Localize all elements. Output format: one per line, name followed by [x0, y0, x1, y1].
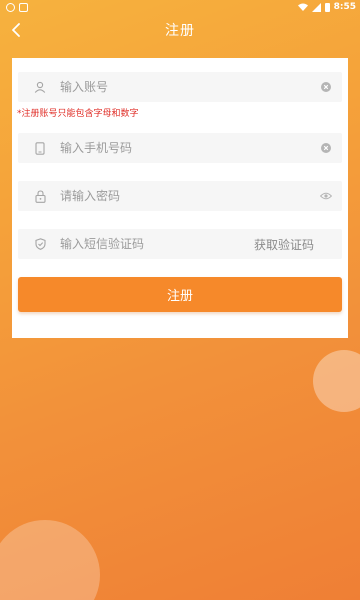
decorative-circle-bottom: [0, 520, 100, 600]
sms-code-field: 获取验证码: [18, 229, 342, 259]
chevron-left-icon: [12, 23, 20, 37]
battery-icon: [324, 2, 330, 12]
phone-icon: [32, 140, 48, 156]
account-hint: *注册账号只能包含字母和数字: [17, 109, 139, 119]
shield-icon: [32, 236, 48, 252]
wifi-icon: [297, 3, 308, 11]
user-icon: [32, 79, 48, 95]
phone-input[interactable]: [60, 141, 250, 155]
password-input[interactable]: [60, 189, 250, 203]
status-bar: 8:55: [0, 0, 360, 14]
account-input[interactable]: [60, 80, 250, 94]
title-bar: 注册: [0, 14, 360, 46]
sms-code-input[interactable]: [60, 237, 210, 251]
phone-field: [18, 133, 342, 163]
app-icon: [19, 2, 28, 12]
decorative-circle-right: [313, 350, 360, 412]
status-time: 8:55: [333, 2, 356, 12]
register-button[interactable]: 注册: [18, 277, 342, 312]
password-field: [18, 181, 342, 211]
get-code-button[interactable]: 获取验证码: [254, 236, 314, 253]
page-title: 注册: [165, 23, 195, 39]
lock-icon: [32, 188, 48, 204]
account-field: [18, 72, 342, 102]
signal-icon: [311, 2, 321, 12]
back-button[interactable]: [4, 18, 28, 42]
eye-icon[interactable]: [320, 190, 332, 202]
notification-icon: [6, 2, 15, 12]
clear-icon[interactable]: [320, 81, 332, 93]
register-form-card: *注册账号只能包含字母和数字: [12, 58, 348, 338]
clear-icon[interactable]: [320, 142, 332, 154]
